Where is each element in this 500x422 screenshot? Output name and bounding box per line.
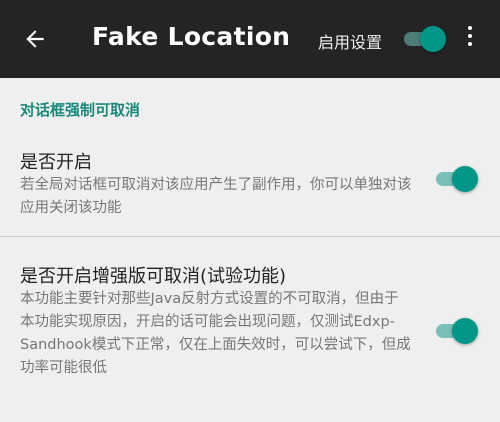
preference-summary: 若全局对话框可取消对该应用产生了副作用，你可以单独对该应用关闭该功能 bbox=[20, 177, 412, 216]
switch-thumb bbox=[452, 166, 478, 192]
more-options-icon[interactable] bbox=[465, 26, 475, 52]
preference-summary: 本功能主要针对那些Java反射方式设置的不可取消，但由于本功能实现原因，开启的话… bbox=[20, 291, 411, 376]
preference-enhanced-cancel[interactable]: 是否开启增强版可取消(试验功能) 本功能主要针对那些Java反射方式设置的不可取… bbox=[0, 238, 500, 422]
app-title: Fake Location bbox=[92, 22, 291, 51]
section-header: 对话框强制可取消 bbox=[20, 101, 141, 119]
preference-title: 是否开启 bbox=[20, 152, 92, 173]
enable-settings-switch[interactable] bbox=[404, 25, 446, 53]
divider bbox=[0, 236, 500, 237]
preference-enable-switch[interactable] bbox=[436, 165, 478, 193]
switch-thumb bbox=[420, 26, 446, 52]
preference-enable[interactable]: 是否开启 若全局对话框可取消对该应用产生了副作用，你可以单独对该应用关闭该功能 bbox=[0, 134, 500, 234]
app-bar: Fake Location 启用设置 bbox=[0, 0, 500, 78]
enable-settings-label: 启用设置 bbox=[318, 33, 383, 52]
switch-thumb bbox=[452, 318, 478, 344]
preference-title: 是否开启增强版可取消(试验功能) bbox=[20, 266, 287, 287]
preference-enhanced-cancel-switch[interactable] bbox=[436, 317, 478, 345]
back-arrow-icon[interactable] bbox=[22, 26, 48, 52]
